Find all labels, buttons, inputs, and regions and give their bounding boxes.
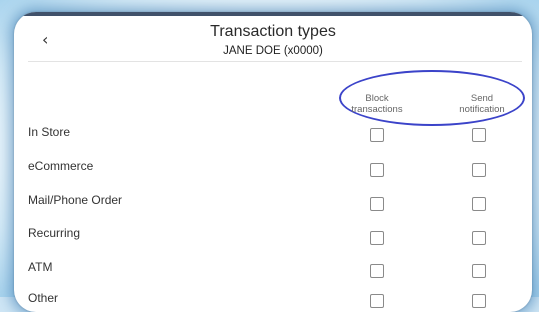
block-checkbox-ecommerce[interactable] — [370, 163, 384, 177]
column-header-block-transactions: Block transactions — [351, 93, 403, 115]
row-label-ecommerce: eCommerce — [28, 159, 94, 173]
row-label-atm: ATM — [28, 260, 53, 274]
row-label-recurring: Recurring — [28, 226, 81, 240]
column-header-send-notification: Send notification — [459, 93, 505, 115]
account-name: JANE DOE (x0000) — [223, 45, 323, 57]
notify-checkbox-in-store[interactable] — [472, 128, 486, 142]
block-checkbox-recurring[interactable] — [370, 231, 384, 245]
notify-checkbox-atm[interactable] — [472, 264, 486, 278]
row-label-mail-phone-order: Mail/Phone Order — [28, 193, 123, 207]
row-label-other: Other — [28, 291, 59, 305]
row-label-in-store: In Store — [28, 125, 71, 139]
page-title: Transaction types — [210, 23, 336, 40]
notify-checkbox-recurring[interactable] — [472, 231, 486, 245]
block-checkbox-mail-phone-order[interactable] — [370, 197, 384, 211]
header-divider — [28, 61, 522, 62]
transaction-types-panel: ‹ Transaction types JANE DOE (x0000) Blo… — [14, 12, 532, 312]
notify-checkbox-other[interactable] — [472, 294, 486, 308]
notify-checkbox-mail-phone-order[interactable] — [472, 197, 486, 211]
block-checkbox-in-store[interactable] — [370, 128, 384, 142]
block-checkbox-atm[interactable] — [370, 264, 384, 278]
notify-checkbox-ecommerce[interactable] — [472, 163, 486, 177]
top-edge — [14, 12, 532, 16]
block-checkbox-other[interactable] — [370, 294, 384, 308]
